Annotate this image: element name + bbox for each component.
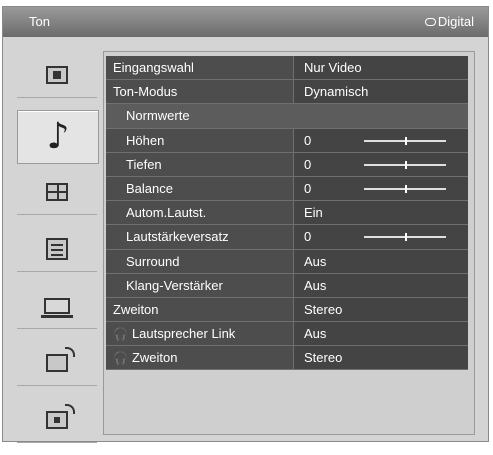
title-bar: Ton Digital bbox=[3, 7, 488, 37]
menu-row-label: Normwerte bbox=[106, 104, 468, 128]
menu-row-balance[interactable]: Balance 0 bbox=[106, 176, 468, 202]
menu-row-label-wrap: 🎧 Lautsprecher Link bbox=[106, 322, 294, 346]
category-screen[interactable] bbox=[17, 170, 97, 215]
slider-knob[interactable] bbox=[405, 160, 407, 169]
menu-row-label: Eingangswahl bbox=[106, 56, 294, 80]
slider-knob[interactable] bbox=[405, 184, 407, 193]
menu-title: Ton bbox=[29, 14, 50, 29]
menu-row-klang-verstaerker[interactable]: Klang-Verstärker Aus bbox=[106, 273, 468, 298]
menu-row-eingangswahl[interactable]: Eingangswahl Nur Video bbox=[106, 56, 468, 81]
menu-row-label: Klang-Verstärker bbox=[106, 273, 294, 297]
hoehen-slider[interactable] bbox=[364, 136, 446, 145]
menu-row-value: Ein bbox=[294, 201, 468, 225]
menu-row-zweiton-headphone[interactable]: 🎧 Zweiton Stereo bbox=[106, 346, 468, 371]
menu-row-label: Ton-Modus bbox=[106, 80, 294, 104]
slider-knob[interactable] bbox=[405, 136, 407, 145]
digital-source-icon bbox=[424, 17, 436, 26]
menu-row-tiefen[interactable]: Tiefen 0 bbox=[106, 152, 468, 177]
balance-slider[interactable] bbox=[364, 184, 446, 193]
network-icon bbox=[46, 347, 75, 372]
menu-row-zweiton[interactable]: Zweiton Stereo bbox=[106, 297, 468, 323]
category-sidebar: ♪ bbox=[13, 53, 101, 455]
category-picture[interactable] bbox=[17, 53, 97, 98]
menu-row-value: Aus bbox=[294, 273, 468, 297]
menu-row-label: Zweiton bbox=[131, 350, 178, 366]
menu-row-label: Tiefen bbox=[106, 152, 294, 176]
lautstaerkeversatz-slider[interactable] bbox=[364, 233, 446, 242]
slider-knob[interactable] bbox=[405, 233, 407, 242]
network-media-icon bbox=[46, 404, 75, 429]
menu-row-label: Balance bbox=[106, 176, 294, 201]
menu-row-label-wrap: 🎧 Zweiton bbox=[106, 346, 294, 370]
menu-row-ton-modus[interactable]: Ton-Modus Dynamisch bbox=[106, 80, 468, 105]
menu-row-lautsprecher-link[interactable]: 🎧 Lautsprecher Link Aus bbox=[106, 322, 468, 347]
headphone-icon: 🎧 bbox=[113, 326, 128, 341]
settings-list-icon bbox=[46, 238, 68, 260]
source-indicator: Digital bbox=[424, 14, 474, 29]
category-network[interactable] bbox=[17, 341, 97, 386]
menu-row-lautstaerkeversatz[interactable]: Lautstärkeversatz 0 bbox=[106, 225, 468, 250]
music-note-icon: ♪ bbox=[46, 116, 70, 157]
sound-menu-list: Eingangswahl Nur Video Ton-Modus Dynamis… bbox=[106, 56, 468, 371]
screen-format-icon bbox=[46, 183, 68, 201]
menu-row-value: Dynamisch bbox=[294, 80, 468, 104]
category-network-media[interactable] bbox=[17, 398, 97, 443]
category-sound[interactable]: ♪ bbox=[17, 110, 99, 164]
menu-row-hoehen[interactable]: Höhen 0 bbox=[106, 128, 468, 153]
tv-menu-screen: Ton Digital ♪ Eingangswahl Nur Video Ton… bbox=[2, 6, 489, 443]
menu-row-value: Aus bbox=[294, 322, 468, 346]
menu-row-label: Höhen bbox=[106, 128, 294, 152]
headphone-icon: 🎧 bbox=[113, 350, 128, 365]
tiefen-slider[interactable] bbox=[364, 160, 446, 169]
picture-icon bbox=[46, 66, 68, 84]
pc-monitor-icon bbox=[41, 298, 73, 318]
menu-row-autom-lautst[interactable]: Autom.Lautst. Ein bbox=[106, 201, 468, 226]
menu-row-label: Zweiton bbox=[106, 297, 294, 322]
menu-row-value: Aus bbox=[294, 249, 468, 273]
menu-row-value: Stereo bbox=[294, 346, 468, 370]
menu-row-normwerte[interactable]: Normwerte bbox=[106, 104, 468, 129]
menu-row-label: Autom.Lautst. bbox=[106, 201, 294, 225]
category-pc[interactable] bbox=[17, 284, 97, 329]
menu-row-label: Lautstärkeversatz bbox=[106, 225, 294, 249]
menu-row-value: Nur Video bbox=[294, 56, 468, 80]
source-label: Digital bbox=[437, 14, 474, 29]
category-settings[interactable] bbox=[17, 227, 97, 272]
menu-row-surround[interactable]: Surround Aus bbox=[106, 249, 468, 274]
menu-row-label: Surround bbox=[106, 249, 294, 273]
menu-row-label: Lautsprecher Link bbox=[131, 326, 236, 342]
menu-row-value: Stereo bbox=[294, 297, 468, 322]
